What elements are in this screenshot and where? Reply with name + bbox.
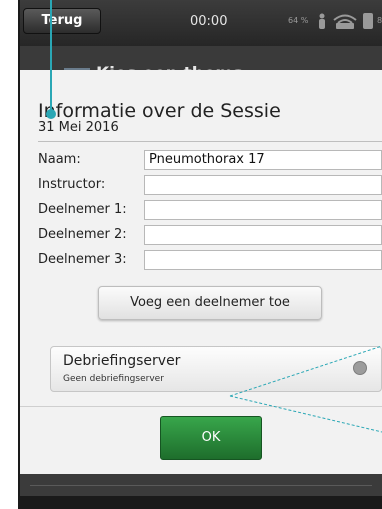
callout-zoom-lines [229,345,382,433]
